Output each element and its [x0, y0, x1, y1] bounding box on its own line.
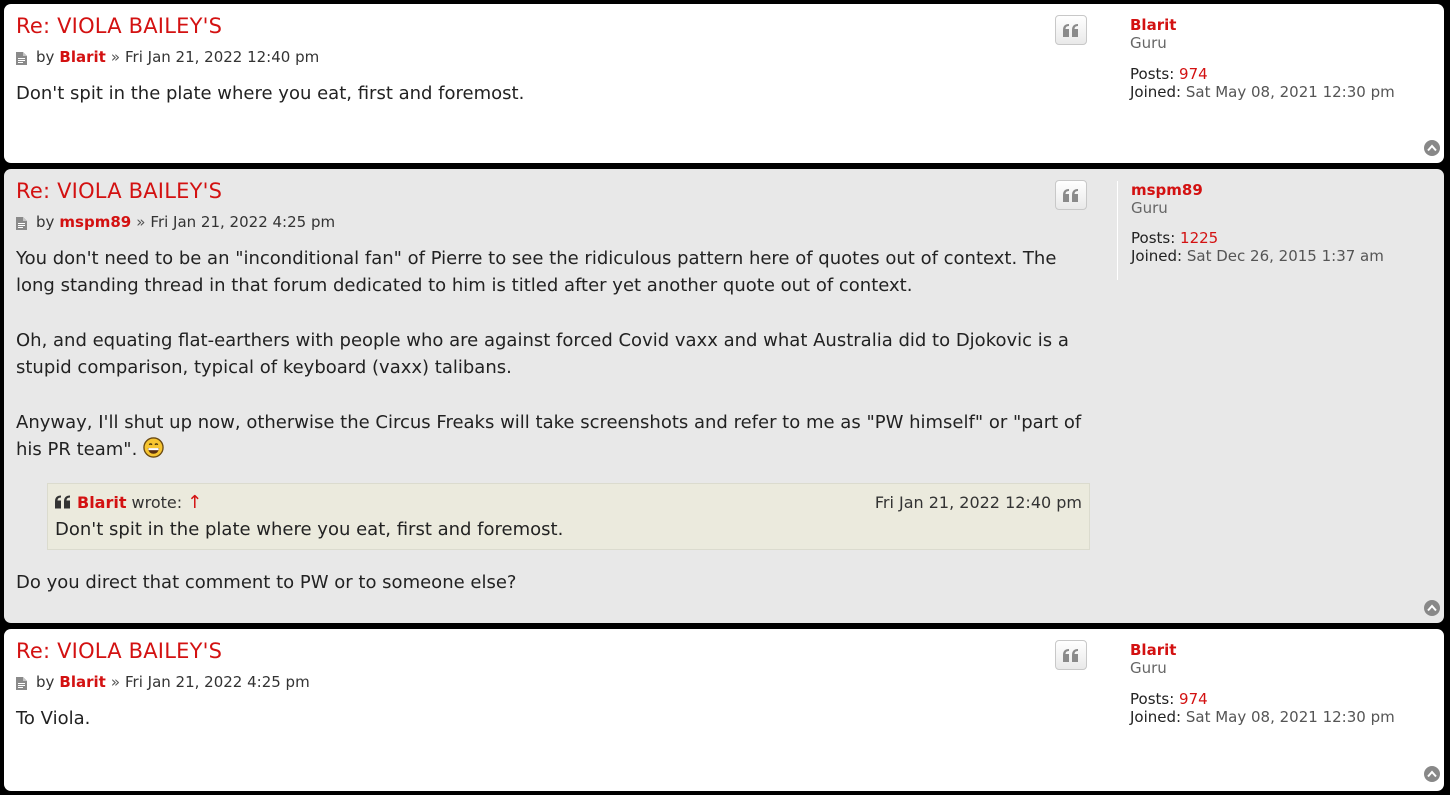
- byline-separator: »: [110, 673, 120, 691]
- back-to-top-button[interactable]: [1424, 766, 1440, 782]
- profile-rank: Guru: [1130, 659, 1167, 677]
- post-title[interactable]: Re: VIOLA BAILEY'S: [16, 639, 222, 663]
- post-byline: by Blarit » Fri Jan 21, 2022 4:25 pm: [16, 673, 310, 691]
- post-author-link[interactable]: Blarit: [59, 48, 105, 66]
- profile-username[interactable]: Blarit: [1130, 641, 1176, 659]
- post-profile: Blarit Guru Posts: 974 Joined: Sat May 0…: [1117, 629, 1437, 749]
- profile-posts-label: Posts:: [1130, 65, 1175, 83]
- post-byline: by Blarit » Fri Jan 21, 2022 12:40 pm: [16, 48, 319, 66]
- file-icon: [16, 51, 27, 65]
- profile-joined: Joined: Sat May 08, 2021 12:30 pm: [1130, 83, 1395, 101]
- post-paragraph-text: Anyway, I'll shut up now, otherwise the …: [16, 411, 1082, 461]
- profile-joined-label: Joined:: [1130, 708, 1182, 726]
- post-content: You don't need to be an "inconditional f…: [16, 245, 1086, 463]
- post-content: Don't spit in the plate where you eat, f…: [16, 80, 1086, 107]
- profile-username[interactable]: mspm89: [1131, 181, 1203, 199]
- quote-block: Blarit wrote: ↑ Fri Jan 21, 2022 12:40 p…: [47, 483, 1090, 550]
- post-paragraph: You don't need to be an "inconditional f…: [16, 248, 1057, 297]
- post: Re: VIOLA BAILEY'S by mspm89 » Fri Jan 2…: [4, 169, 1444, 623]
- profile-posts-label: Posts:: [1130, 690, 1175, 708]
- byline-separator: »: [110, 48, 120, 66]
- post-paragraph: To Viola.: [16, 708, 91, 729]
- profile-posts-label: Posts:: [1131, 229, 1176, 247]
- profile-joined-date: Sat May 08, 2021 12:30 pm: [1185, 708, 1395, 726]
- post-date: Fri Jan 21, 2022 4:25 pm: [150, 213, 336, 231]
- post-paragraph: Don't spit in the plate where you eat, f…: [16, 83, 525, 104]
- byline-separator: »: [136, 213, 146, 231]
- byline-by: by: [36, 673, 55, 691]
- quote-wrote: wrote:: [131, 492, 183, 512]
- file-icon: [16, 676, 27, 690]
- profile-joined-label: Joined:: [1130, 83, 1182, 101]
- post-title[interactable]: Re: VIOLA BAILEY'S: [16, 179, 222, 203]
- profile-posts-count[interactable]: 974: [1179, 65, 1208, 83]
- profile-joined: Joined: Sat Dec 26, 2015 1:37 am: [1131, 247, 1384, 265]
- quote-button[interactable]: [1055, 640, 1087, 670]
- quote-cite: Blarit wrote: ↑ Fri Jan 21, 2022 12:40 p…: [55, 490, 1082, 514]
- post: Re: VIOLA BAILEY'S by Blarit » Fri Jan 2…: [4, 4, 1444, 163]
- grinning-emoji-icon: [143, 437, 164, 458]
- profile-posts-count[interactable]: 1225: [1180, 229, 1218, 247]
- post-author-link[interactable]: mspm89: [59, 213, 131, 231]
- quote-text: Don't spit in the plate where you eat, f…: [55, 519, 564, 540]
- arrow-up-circle-icon: [1427, 604, 1437, 612]
- quote-icon: [1063, 188, 1078, 202]
- post-profile: mspm89 Guru Posts: 1225 Joined: Sat Dec …: [1117, 181, 1438, 280]
- arrow-up-circle-icon: [1427, 144, 1437, 152]
- quote-icon: [55, 495, 70, 509]
- post-paragraph: Anyway, I'll shut up now, otherwise the …: [16, 409, 1086, 464]
- post-author-link[interactable]: Blarit: [59, 673, 105, 691]
- post-date: Fri Jan 21, 2022 4:25 pm: [125, 673, 310, 691]
- quote-icon: [1063, 23, 1078, 37]
- profile-rank: Guru: [1131, 199, 1168, 217]
- quote-button[interactable]: [1055, 180, 1087, 210]
- post-date: Fri Jan 21, 2022 12:40 pm: [125, 48, 320, 66]
- quote-icon: [1063, 648, 1078, 662]
- profile-joined: Joined: Sat May 08, 2021 12:30 pm: [1130, 708, 1395, 726]
- quote-jump-arrow[interactable]: ↑: [187, 492, 202, 513]
- profile-joined-label: Joined:: [1131, 247, 1183, 265]
- profile-username[interactable]: Blarit: [1130, 16, 1176, 34]
- back-to-top-button[interactable]: [1424, 140, 1440, 156]
- quote-button[interactable]: [1055, 15, 1087, 45]
- byline-by: by: [36, 213, 55, 231]
- file-icon: [16, 216, 27, 230]
- profile-posts: Posts: 974: [1130, 690, 1208, 708]
- profile-joined-date: Sat Dec 26, 2015 1:37 am: [1186, 247, 1384, 265]
- back-to-top-button[interactable]: [1424, 600, 1440, 616]
- post-profile: Blarit Guru Posts: 974 Joined: Sat May 0…: [1117, 4, 1437, 124]
- byline-by: by: [36, 48, 55, 66]
- post-content: To Viola.: [16, 705, 1086, 732]
- profile-rank: Guru: [1130, 34, 1167, 52]
- post: Re: VIOLA BAILEY'S by Blarit » Fri Jan 2…: [4, 629, 1444, 791]
- quote-author-link[interactable]: Blarit: [77, 493, 127, 512]
- profile-joined-date: Sat May 08, 2021 12:30 pm: [1185, 83, 1395, 101]
- post-title[interactable]: Re: VIOLA BAILEY'S: [16, 14, 222, 38]
- quote-date: Fri Jan 21, 2022 12:40 pm: [874, 492, 1082, 512]
- profile-posts: Posts: 1225: [1131, 229, 1218, 247]
- arrow-up-circle-icon: [1427, 770, 1437, 778]
- post-byline: by mspm89 » Fri Jan 21, 2022 4:25 pm: [16, 213, 335, 231]
- post-paragraph: Do you direct that comment to PW or to s…: [16, 572, 517, 593]
- profile-posts-count[interactable]: 974: [1179, 690, 1208, 708]
- profile-posts: Posts: 974: [1130, 65, 1208, 83]
- post-paragraph: Oh, and equating flat-earthers with peop…: [16, 329, 1069, 379]
